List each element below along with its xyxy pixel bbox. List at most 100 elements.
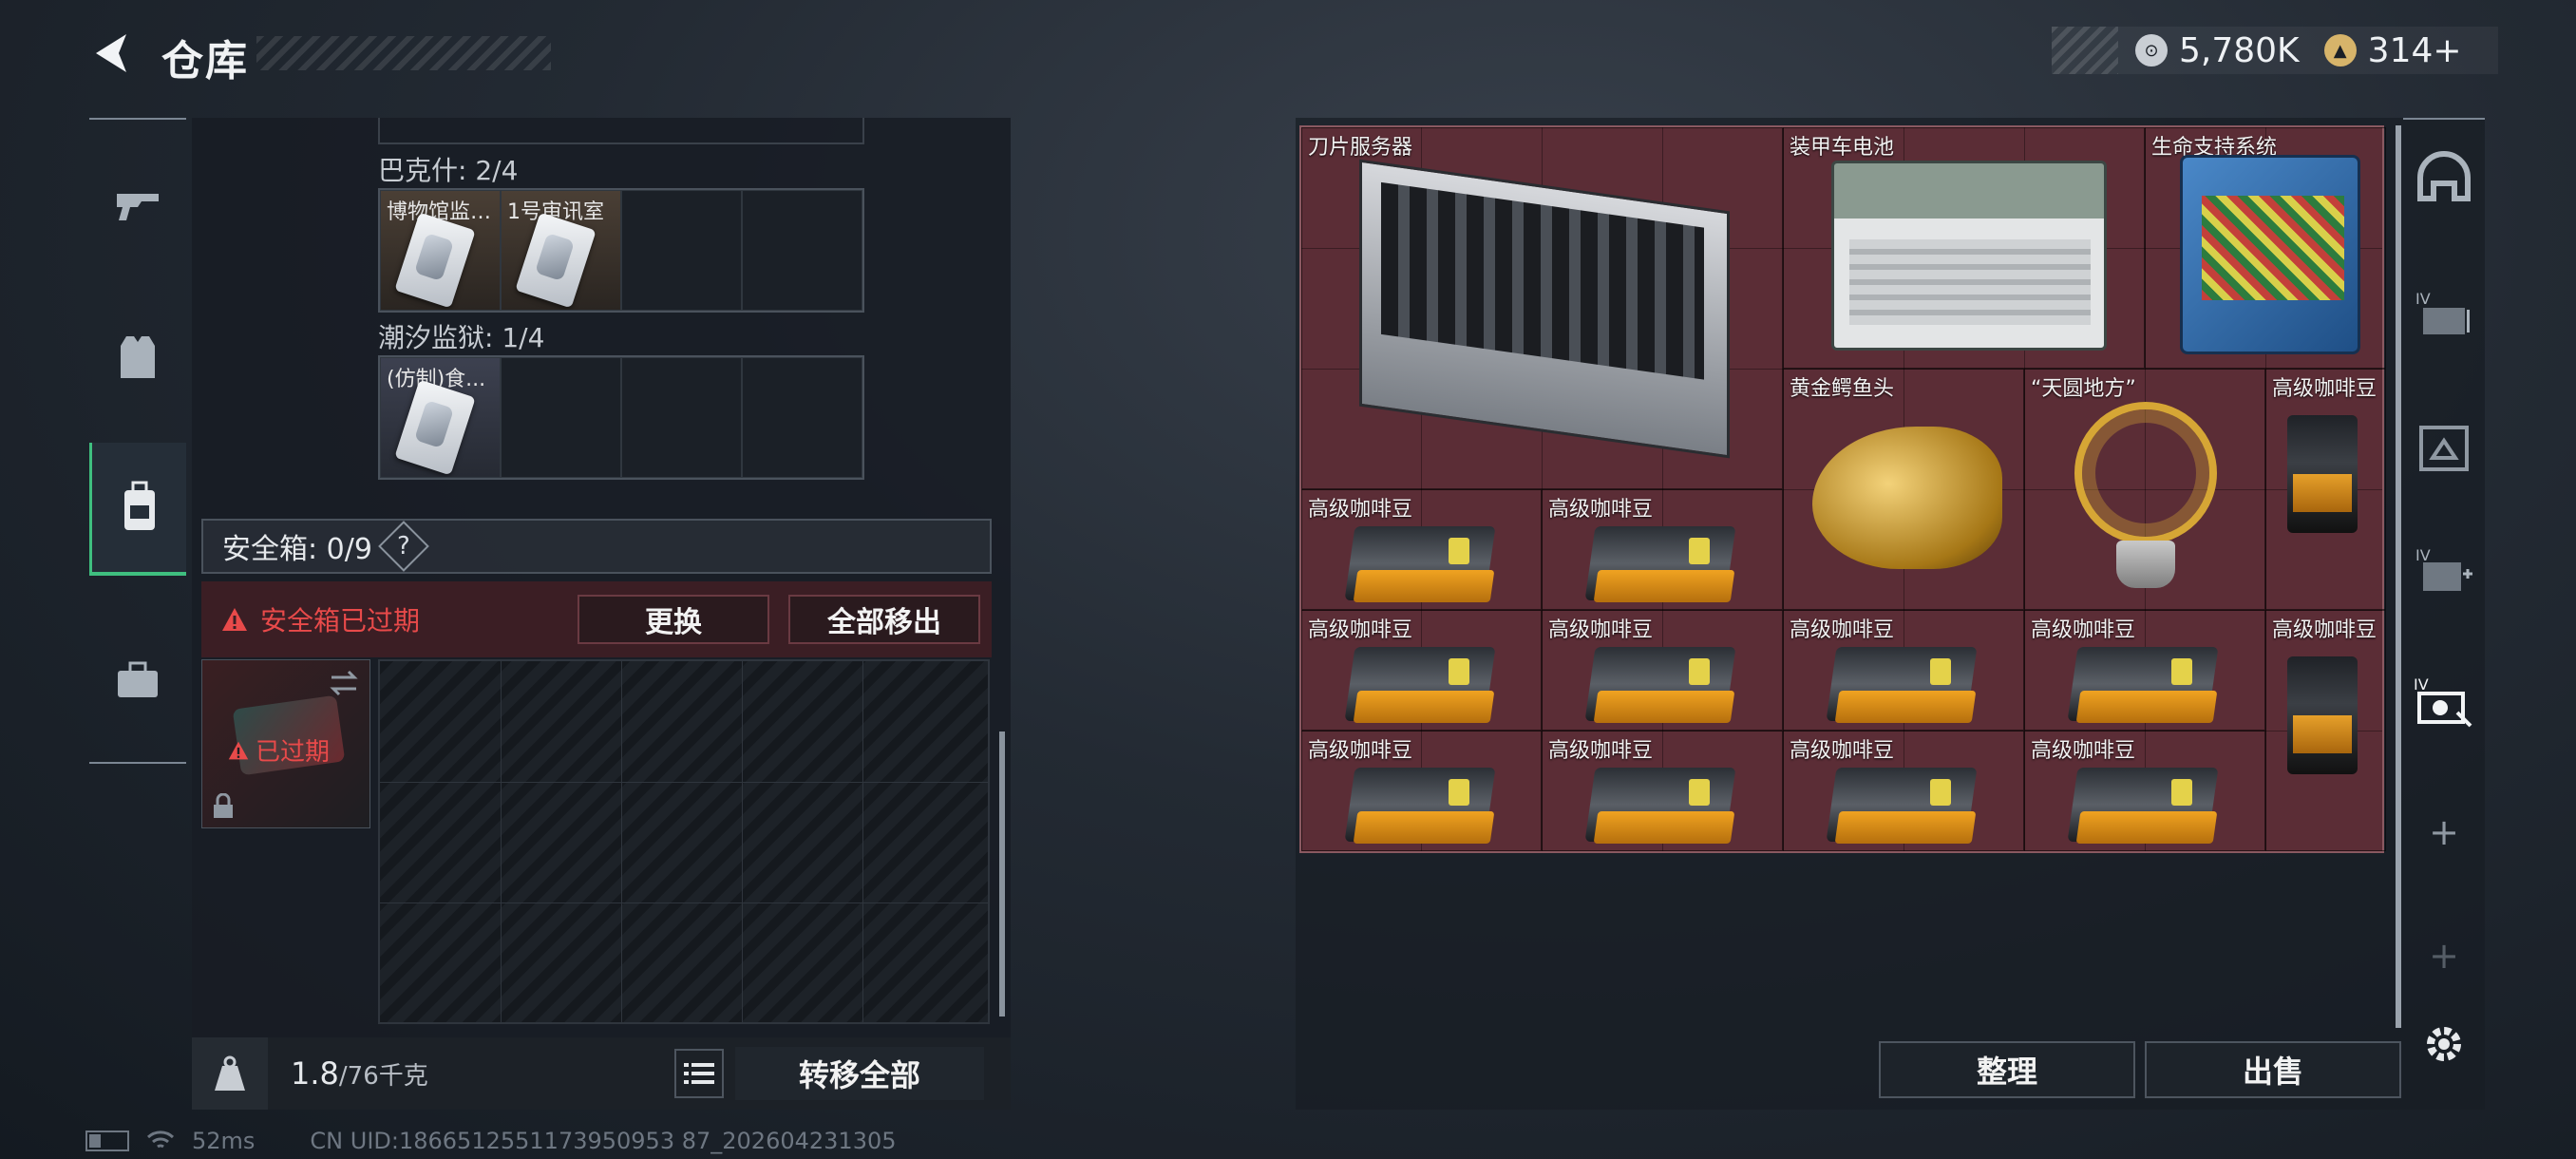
keycard-icon [515,212,597,309]
backpack-icon [123,481,155,530]
title-decoration [256,36,551,70]
tab-storage-4[interactable]: IV [2403,644,2485,758]
nav-case[interactable] [89,623,186,737]
expired-text: 已过期 [256,738,331,767]
list-icon [684,1063,714,1084]
left-scrollbar[interactable] [999,732,1005,1016]
tab-storage-3[interactable]: IV [2403,513,2485,627]
coffee-bag-icon [2067,760,2219,846]
key-item[interactable]: (仿制)食... [380,357,501,478]
gear-icon [2427,1027,2461,1061]
coffee-bag-icon [1344,760,1496,846]
coffee-bag-icon [1826,760,1978,846]
weight-icon-box [192,1037,268,1110]
blade-server-image [1359,159,1730,459]
page-title: 仓库 [161,37,249,86]
stash-item-coffee[interactable]: 高级咖啡豆 [1301,731,1542,851]
stash-item-coffee[interactable]: 高级咖啡豆 [2024,731,2265,851]
empty-slot[interactable] [501,357,621,478]
sort-button[interactable]: 整理 [1879,1041,2135,1098]
coffee-bag-icon [1344,639,1496,725]
stash-item-blade-server[interactable]: 刀片服务器 [1301,127,1783,489]
remove-all-button[interactable]: 全部移出 [788,595,980,644]
coffee-bag-icon [1584,639,1736,725]
key-item[interactable]: 1号审讯室 [501,190,621,311]
premium-icon: ▲ [2323,34,2357,66]
safe-box-bar: 安全箱: 0/9 ? [201,519,992,574]
life-support-image [2180,155,2360,354]
list-view-button[interactable] [674,1049,724,1098]
stash-item-coffee[interactable]: 高级咖啡豆 [2024,610,2265,731]
stash-item-life-support[interactable]: 生命支持系统 [2145,127,2386,369]
currency-bar: ⊙ 5,780K ▲ 314+ [2052,27,2498,74]
svg-text:IV: IV [2415,546,2431,564]
stash-item-coffee-tall[interactable]: 高级咖啡豆 [2265,369,2386,610]
stash-item-coffee[interactable]: 高级咖啡豆 [1301,489,1542,610]
weight-current: 1.8 [291,1055,339,1092]
tab-add-disabled: + [2403,899,2485,1013]
key-grid-tidal-prison: (仿制)食... [378,355,864,480]
stash-item-gold-croc-head[interactable]: 黄金鳄鱼头 [1783,369,2024,610]
empty-slot[interactable] [621,190,742,311]
empty-slot[interactable] [621,357,742,478]
battery-icon [85,1130,129,1151]
stash-item-coffee[interactable]: 高级咖啡豆 [1542,731,1783,851]
safe-box-slot[interactable]: 已过期 [201,659,370,828]
tab-storage-2[interactable] [2403,390,2485,504]
safe-box-alert: 安全箱已过期 更换 全部移出 [201,581,992,657]
coffee-bag-icon [1826,639,1978,725]
stash-item-armillary[interactable]: “天圆地方” [2024,369,2265,610]
item-label: 刀片服务器 [1308,136,1413,160]
nav-backpack[interactable] [89,443,186,576]
tab-storage-1[interactable]: IV [2403,256,2485,370]
keycard-icon [394,379,476,476]
previous-grid-row [378,118,864,144]
stash-item-armored-battery[interactable]: 装甲车电池 [1783,127,2145,369]
swap-icon[interactable] [328,670,360,696]
coffee-bag-icon [1344,519,1496,604]
replace-button[interactable]: 更换 [578,595,769,644]
empty-slot[interactable] [742,357,862,478]
weight-value: 1.8/76千克 [291,1055,428,1092]
item-label: 装甲车电池 [1790,136,1895,160]
item-label: 黄金鳄鱼头 [1790,377,1895,401]
keycard-icon [394,212,476,309]
tab-home[interactable] [2403,120,2485,234]
safe-box-label: 安全箱: 0/9 [222,533,372,566]
sell-button[interactable]: 出售 [2145,1041,2401,1098]
stash-item-coffee[interactable]: 高级咖啡豆 [1542,610,1783,731]
category-nav [89,118,186,764]
help-icon[interactable]: ? [378,521,429,572]
nav-weapons[interactable] [89,148,186,262]
gear-box-icon: IV [2414,675,2472,728]
coffee-bag-icon [2067,639,2219,725]
expired-tag: 已过期 [227,732,330,768]
transfer-all-button[interactable]: 转移全部 [735,1047,984,1100]
ping-value: 52ms [192,1128,256,1154]
helmet-icon [2417,151,2471,201]
empty-slot[interactable] [742,190,862,311]
folder-icon: IV [2415,290,2470,334]
stash-item-coffee[interactable]: 高级咖啡豆 [1783,610,2024,731]
settings-button[interactable] [2420,1020,2468,1068]
svg-text:IV: IV [2415,290,2431,308]
alert-text: 安全箱已过期 [260,605,421,636]
armillary-base [2116,541,2175,588]
stash-item-coffee-tall[interactable]: 高级咖啡豆 [2265,610,2386,851]
uid-text: CN UID:1866512551173950953 87_2026042313… [310,1128,897,1154]
stash-item-coffee[interactable]: 高级咖啡豆 [1542,489,1783,610]
coffee-bag-icon [2287,656,2358,774]
coffee-bag-icon [1584,760,1736,846]
nav-armor[interactable] [89,300,186,414]
safe-box-grid [378,659,990,1024]
stash-item-coffee[interactable]: 高级咖啡豆 [1301,610,1542,731]
stash-item-coffee[interactable]: 高级咖啡豆 [1783,731,2024,851]
back-arrow-icon [96,34,126,72]
back-button[interactable] [87,27,135,80]
stash-scrollbar[interactable] [2396,125,2401,1028]
tab-add[interactable]: + [2403,775,2485,889]
gold-croc-image [1812,427,2002,569]
medkit-icon: IV [2415,546,2472,591]
key-item[interactable]: 博物馆监控室钥匙 [380,190,501,311]
stash-grid: 刀片服务器 装甲车电池 生命支持系统 黄金鳄鱼头 “天圆地方” 高级咖啡豆 高级… [1299,125,2386,853]
